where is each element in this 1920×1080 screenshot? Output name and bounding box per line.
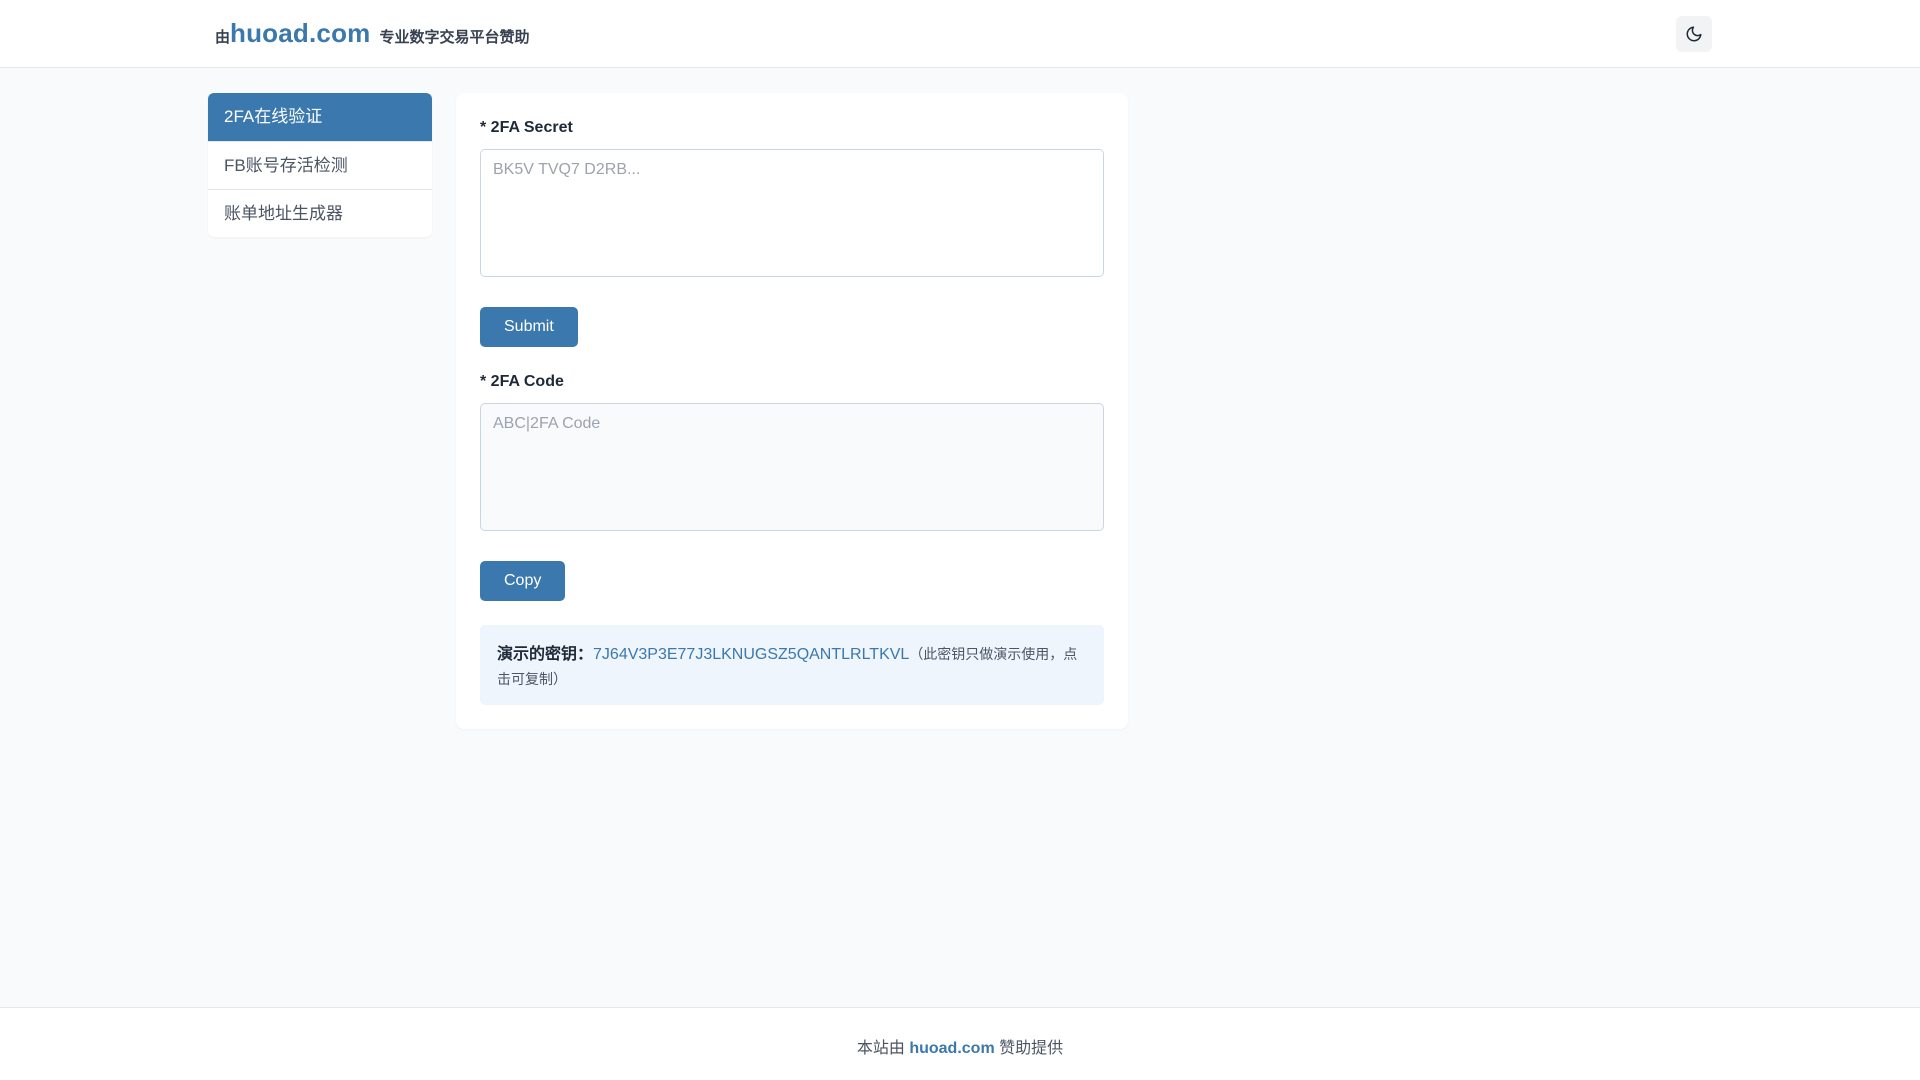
code-label: * 2FA Code: [480, 373, 564, 390]
footer-suffix: 赞助提供: [994, 1040, 1064, 1057]
sidebar-item-fb-account-check[interactable]: FB账号存活检测: [208, 141, 432, 189]
moon-icon: [1686, 26, 1702, 42]
code-output[interactable]: [480, 403, 1104, 531]
brand-link[interactable]: huoad.com: [230, 18, 370, 49]
demo-key-value[interactable]: 7J64V3P3E77J3LKNUGSZ5QANTLRLTKVL: [593, 646, 909, 663]
copy-button[interactable]: Copy: [480, 561, 566, 601]
footer-prefix: 本站由: [856, 1040, 910, 1057]
brand: 由 huoad.com 专业数字交易平台赞助: [215, 18, 530, 49]
secret-input[interactable]: [480, 149, 1104, 277]
brand-prefix: 由: [215, 29, 231, 46]
sidebar-item-billing-address-generator[interactable]: 账单地址生成器: [208, 189, 432, 237]
brand-tagline: 专业数字交易平台赞助: [379, 29, 530, 46]
demo-key-label: 演示的密钥：: [497, 646, 594, 663]
sidebar-nav: 2FA在线验证 FB账号存活检测 账单地址生成器: [208, 93, 432, 237]
theme-toggle-button[interactable]: [1676, 16, 1712, 52]
secret-label: * 2FA Secret: [480, 119, 573, 136]
submit-button[interactable]: Submit: [480, 307, 578, 347]
footer-link[interactable]: huoad.com: [909, 1040, 994, 1057]
sidebar-item-2fa-verify[interactable]: 2FA在线验证: [208, 93, 432, 141]
demo-key-notice: 演示的密钥：7J64V3P3E77J3LKNUGSZ5QANTLRLTKVL（此…: [480, 625, 1104, 705]
top-header: 由 huoad.com 专业数字交易平台赞助: [0, 0, 1920, 68]
footer: 本站由 huoad.com 赞助提供: [0, 1007, 1920, 1080]
twofa-card: * 2FA Secret Submit * 2FA Code Copy 演示的密…: [456, 93, 1128, 729]
